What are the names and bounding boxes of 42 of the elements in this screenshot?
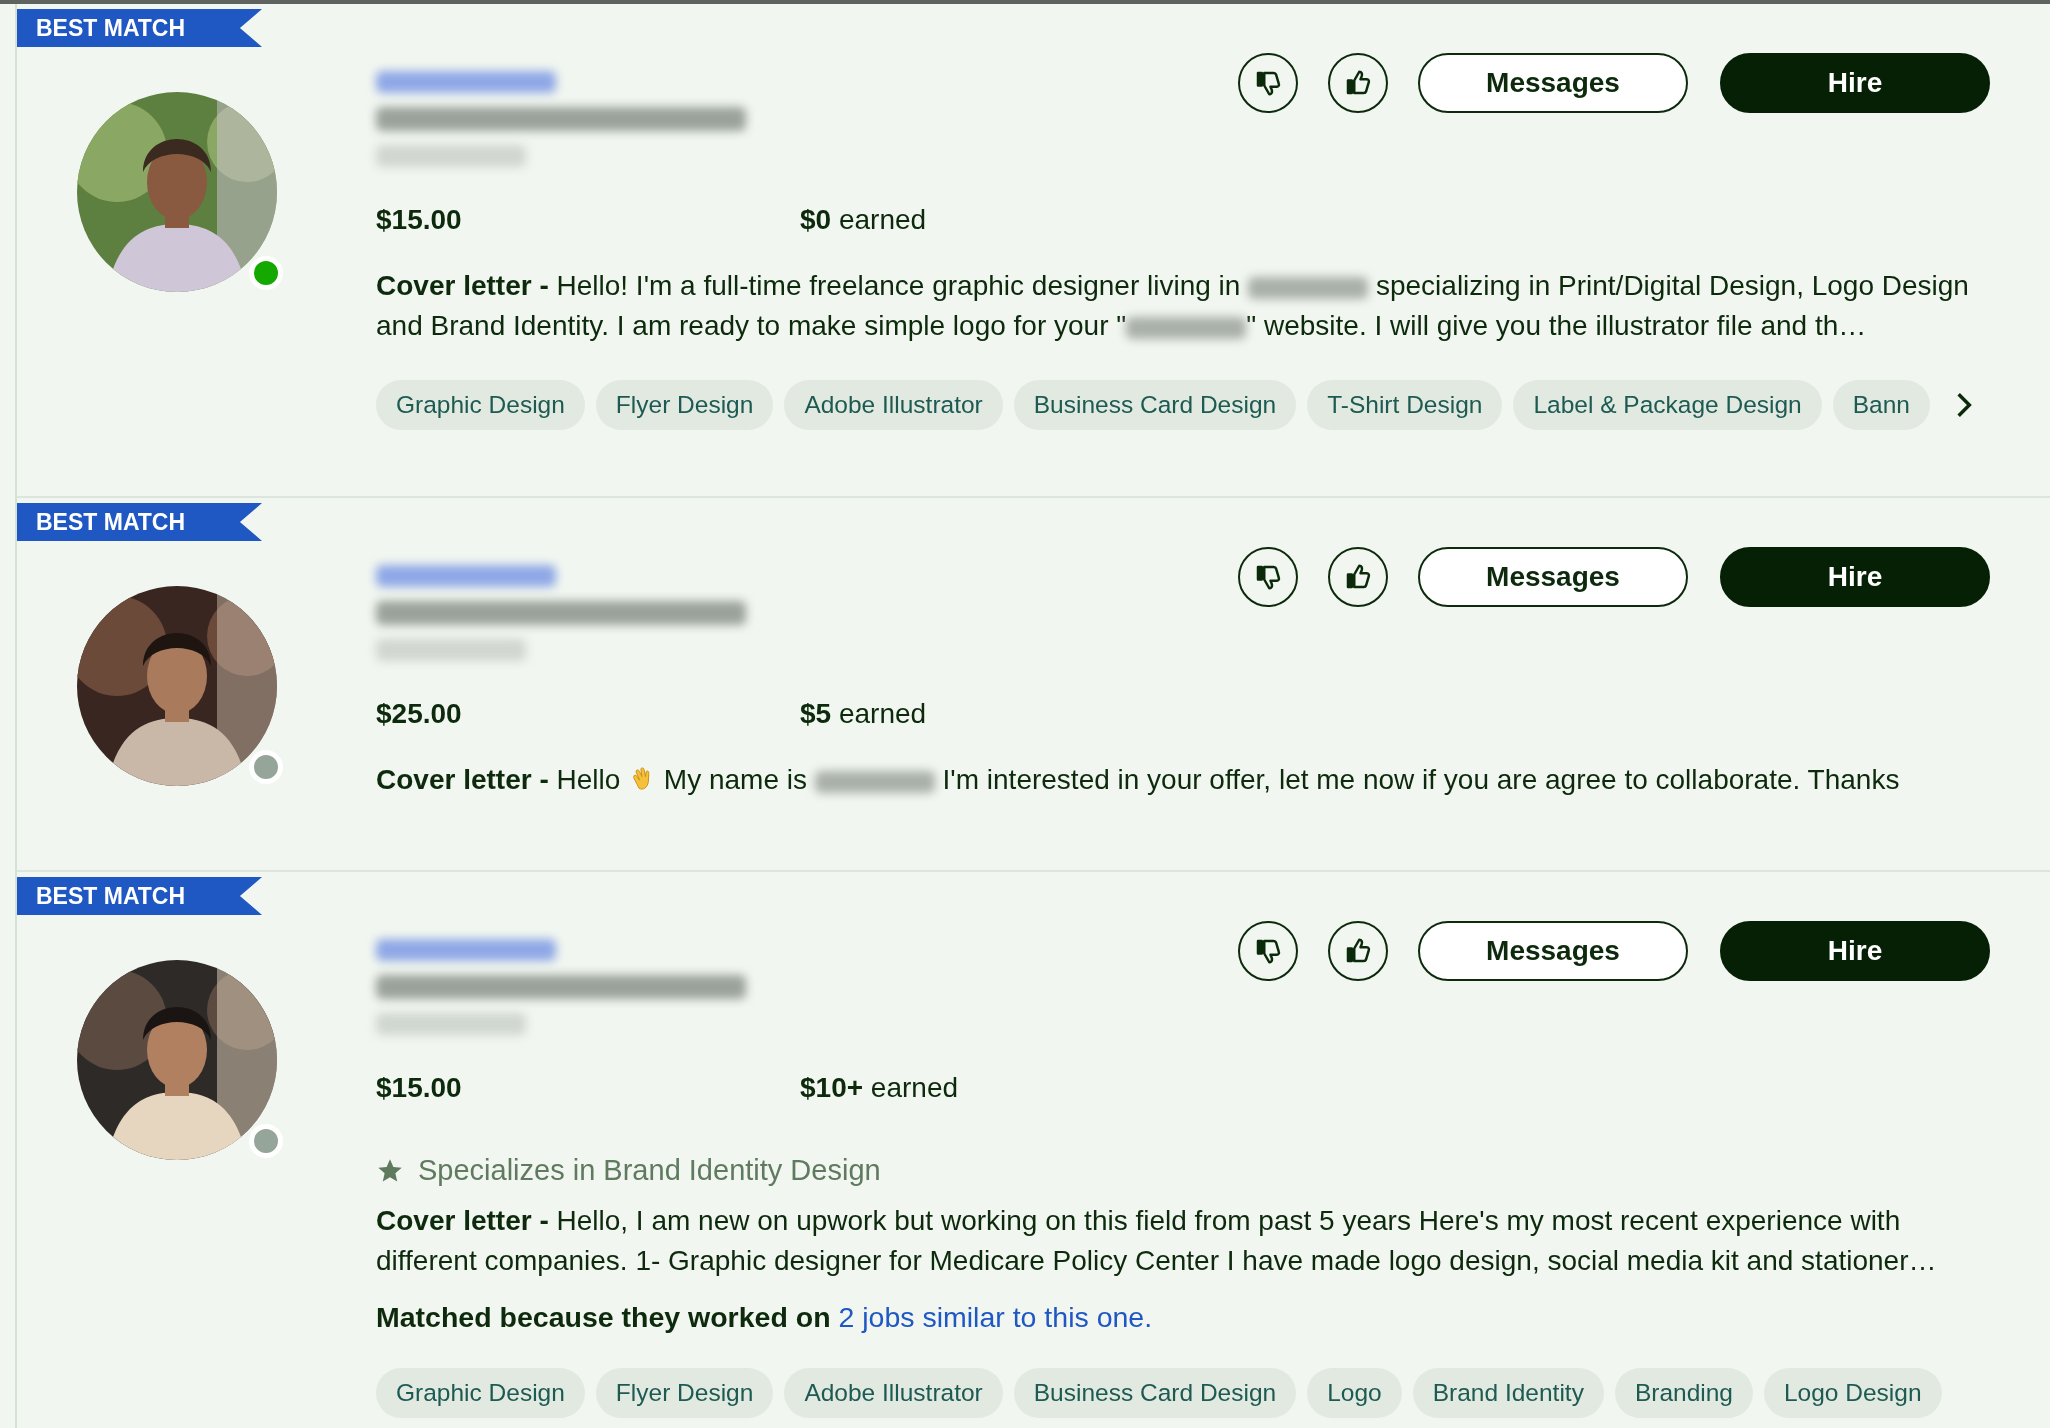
like-button[interactable] (1328, 921, 1388, 981)
hourly-rate: $15.00 (376, 204, 463, 236)
skill-tag[interactable]: Label & Package Design (1513, 380, 1822, 430)
earnings: $0 earned (800, 204, 927, 236)
skill-tag[interactable]: Adobe Illustrator (784, 1368, 1003, 1418)
messages-button[interactable]: Messages (1418, 921, 1688, 981)
skill-tag[interactable]: Bann (1832, 380, 1930, 430)
earnings: $5 earned (800, 698, 927, 730)
skill-tag[interactable]: Business Card Design (1013, 380, 1297, 430)
dislike-button[interactable] (1238, 547, 1298, 607)
best-match-badge: BEST MATCH (17, 9, 262, 47)
messages-button[interactable]: Messages (1418, 547, 1688, 607)
cover-letter: Cover letter - Hello! I'm a full-time freelance graphic designer living in specializing in Print/Digital Design, Logo Design and Brand Identity. I am ready to make simple logo for your " " website. I will give you the illustrator file and th… (376, 269, 1970, 343)
skill-tag[interactable]: Graphic Design (376, 380, 585, 430)
hire-button[interactable]: Hire (1720, 547, 1990, 607)
similar-jobs-link[interactable]: 2 jobs similar to this one. (838, 1301, 1153, 1333)
dislike-button[interactable] (1238, 921, 1298, 981)
match-reason: Matched because they worked on 2 jobs similar to this one. (376, 1301, 1154, 1334)
hourly-rate: $15.00 (376, 1072, 463, 1104)
skill-tag[interactable]: Branding (1614, 1368, 1753, 1418)
skill-tag[interactable]: Logo Design (1763, 1368, 1942, 1418)
skill-tag[interactable]: T-Shirt Design (1307, 380, 1503, 430)
skill-tag[interactable]: Flyer Design (595, 1368, 774, 1418)
earnings: $10+ earned (800, 1072, 959, 1104)
dislike-button[interactable] (1238, 53, 1298, 113)
cover-letter: Cover letter - Hello My name is I'm interested in your offer, let me now if you are agree to collaborate. Thanks (376, 763, 1901, 797)
like-button[interactable] (1328, 547, 1388, 607)
skill-tag[interactable]: Flyer Design (595, 380, 774, 430)
best-match-badge: BEST MATCH (17, 877, 262, 915)
skill-tag[interactable]: Graphic Design (376, 1368, 585, 1418)
messages-button[interactable]: Messages (1418, 53, 1688, 113)
like-button[interactable] (1328, 53, 1388, 113)
hire-button[interactable]: Hire (1720, 53, 1990, 113)
skill-tag[interactable]: Business Card Design (1013, 1368, 1297, 1418)
best-match-badge: BEST MATCH (17, 503, 262, 541)
specialty-text: Specializes in Brand Identity Design (418, 1154, 881, 1187)
skill-tag[interactable]: Brand Identity (1412, 1368, 1604, 1418)
cover-letter: Cover letter - Hello, I am new on upwork but working on this field from past 5 years Here's my most recent experience with different companies. 1- Graphic designer for Medicare Policy Center I have made logo design, social media kit and stationer… (376, 1204, 1938, 1278)
skill-tag[interactable]: Logo (1307, 1368, 1402, 1418)
hire-button[interactable]: Hire (1720, 921, 1990, 981)
skill-tag[interactable]: Adobe Illustrator (784, 380, 1003, 430)
hourly-rate: $25.00 (376, 698, 463, 730)
